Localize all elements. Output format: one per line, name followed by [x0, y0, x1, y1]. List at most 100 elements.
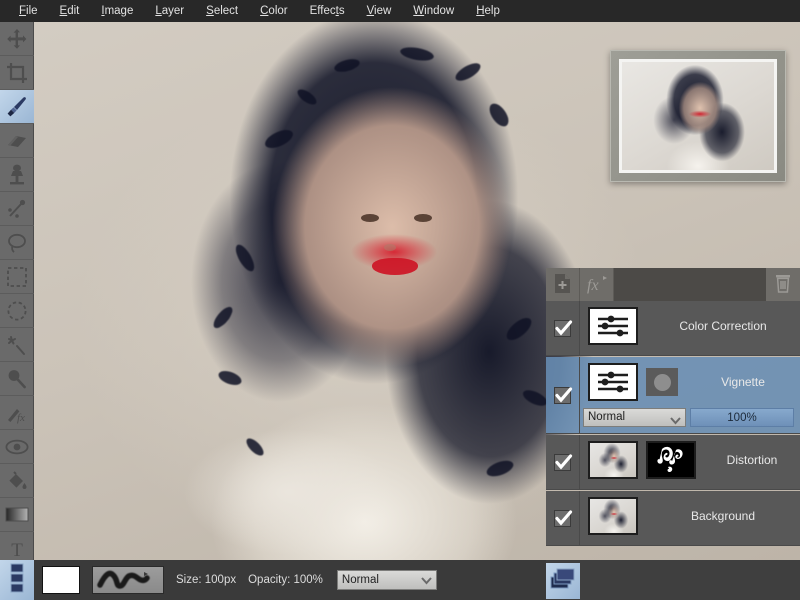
checkbox-checked[interactable]: [554, 320, 571, 337]
layers-panel: fx: [546, 268, 800, 560]
svg-text:fx: fx: [17, 412, 25, 424]
menu-item-color[interactable]: Color: [249, 0, 299, 22]
eraser-tool[interactable]: [0, 124, 34, 158]
foreground-color-swatch[interactable]: [42, 566, 80, 594]
options-bar: Size: 100px Opacity: 100% Normal: [0, 560, 800, 600]
layer-thumbnail-photo[interactable]: [588, 441, 638, 479]
brush-blend-mode-value: Normal: [342, 574, 379, 586]
brush-opacity-label: Opacity: 100%: [248, 574, 323, 586]
brush-preset-preview[interactable]: [92, 566, 164, 594]
blend-mode-value: Normal: [588, 409, 625, 426]
layer-controls: Normal 100%: [583, 408, 794, 427]
checkbox-checked[interactable]: [554, 387, 571, 404]
active-tool-button[interactable]: [0, 560, 34, 600]
menu-item-file[interactable]: File: [8, 0, 49, 22]
svg-text:T: T: [11, 540, 23, 559]
lasso-icon: [6, 232, 28, 254]
brush-icon: [5, 95, 29, 119]
checkbox-checked[interactable]: [554, 454, 571, 471]
layer-visibility-toggle[interactable]: [546, 301, 580, 355]
layer-row-distortion[interactable]: Distortion: [546, 435, 800, 490]
menu-item-select[interactable]: Select: [195, 0, 249, 22]
paint-bucket-icon: [6, 470, 28, 492]
swatch-stack-icon: [9, 563, 25, 598]
stamp-icon: [7, 164, 27, 186]
chevron-down-icon: [421, 576, 432, 588]
brush-stroke-icon: [96, 566, 160, 594]
options-bar-right: [546, 560, 800, 600]
black-white-hair-mask: [648, 443, 694, 477]
magic-wand-tool[interactable]: [0, 328, 34, 362]
move-icon: [6, 28, 28, 50]
elliptical-marquee-tool[interactable]: [0, 294, 34, 328]
svg-text:fx: fx: [587, 277, 599, 294]
layer-row-color-correction[interactable]: Color Correction: [546, 301, 800, 356]
radial-mask-shape: [654, 374, 671, 391]
add-layer-icon: [554, 273, 571, 297]
brush-tool[interactable]: [0, 90, 34, 124]
magnifier-icon: [6, 368, 28, 390]
rectangular-marquee-tool[interactable]: [0, 260, 34, 294]
layer-visibility-toggle[interactable]: [546, 491, 580, 545]
gradient-tool[interactable]: [0, 498, 34, 532]
gradient-icon: [5, 507, 29, 522]
clone-stamp-tool[interactable]: [0, 158, 34, 192]
rectangular-marquee-icon: [7, 267, 27, 287]
layer-thumbnail-adjustment[interactable]: [588, 307, 638, 345]
lasso-tool[interactable]: [0, 226, 34, 260]
effects-brush-tool[interactable]: fx: [0, 396, 34, 430]
crop-icon: [6, 62, 28, 84]
opacity-slider[interactable]: 100%: [690, 408, 794, 427]
menu-item-image[interactable]: Image: [90, 0, 144, 22]
layer-name-label: Vignette: [715, 375, 771, 389]
layers-stack-icon: [550, 567, 576, 596]
menu-item-help[interactable]: Help: [465, 0, 511, 22]
paint-bucket-tool[interactable]: [0, 464, 34, 498]
checkbox-checked[interactable]: [554, 510, 571, 527]
layer-name-label: Color Correction: [673, 319, 772, 333]
menu-item-layer[interactable]: Layer: [144, 0, 195, 22]
text-icon: T: [7, 539, 27, 559]
layer-name-label: Background: [685, 509, 761, 523]
menu-bar: File Edit Image Layer Select Color Effec…: [0, 0, 800, 22]
layer-visibility-toggle[interactable]: [546, 357, 580, 433]
healing-icon: [6, 198, 28, 220]
eye-right: [414, 214, 432, 222]
layer-thumbnail-adjustment[interactable]: [588, 363, 638, 401]
layers-header-spacer: [614, 268, 766, 301]
brush-size-label: Size: 100px: [176, 574, 236, 586]
move-tool[interactable]: [0, 22, 34, 56]
menu-item-view[interactable]: View: [356, 0, 403, 22]
menu-item-window[interactable]: Window: [402, 0, 465, 22]
layer-row-vignette[interactable]: Vignette Normal 100%: [546, 357, 800, 434]
opacity-value: 100%: [727, 412, 756, 424]
zoom-tool[interactable]: [0, 362, 34, 396]
menu-item-effects[interactable]: Effects: [299, 0, 356, 22]
delete-layer-button[interactable]: [766, 268, 800, 301]
layer-mask-thumbnail[interactable]: [646, 368, 678, 396]
nose: [384, 244, 396, 251]
healing-brush-tool[interactable]: [0, 192, 34, 226]
layer-effects-button[interactable]: fx: [580, 268, 614, 301]
blend-mode-dropdown[interactable]: Normal: [583, 408, 686, 427]
chevron-down-icon: [670, 414, 681, 431]
layer-row-background[interactable]: Background: [546, 491, 800, 546]
layer-thumbnail-photo[interactable]: [588, 497, 638, 535]
lips: [372, 258, 418, 275]
navigator-thumbnail: [619, 59, 777, 173]
red-eye-tool[interactable]: [0, 430, 34, 464]
brush-blend-mode-dropdown[interactable]: Normal: [337, 570, 437, 590]
navigator-panel[interactable]: [610, 50, 786, 182]
fx-icon: fx: [586, 273, 608, 297]
layers-panel-header: fx: [546, 268, 800, 301]
layer-visibility-toggle[interactable]: [546, 435, 580, 489]
layer-name-label: Distortion: [721, 453, 784, 467]
eye-left: [361, 214, 379, 222]
crop-tool[interactable]: [0, 56, 34, 90]
tool-palette: fx T: [0, 22, 34, 560]
menu-item-edit[interactable]: Edit: [49, 0, 91, 22]
layer-mask-thumbnail[interactable]: [646, 441, 696, 479]
add-layer-button[interactable]: [546, 268, 580, 301]
layers-panel-toggle[interactable]: [546, 563, 580, 599]
elliptical-marquee-icon: [7, 301, 27, 321]
